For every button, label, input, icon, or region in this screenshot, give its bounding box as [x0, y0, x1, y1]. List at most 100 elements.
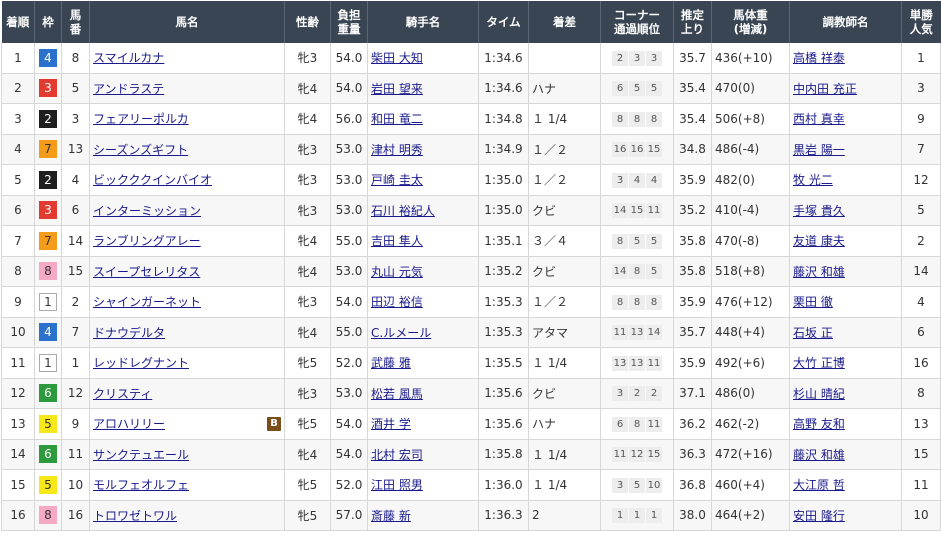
- last3f-cell: 36.3: [673, 439, 712, 470]
- horse-name-link[interactable]: インターミッション: [93, 204, 201, 218]
- horse-name-link[interactable]: アロハリリー: [93, 417, 165, 431]
- jockey-link[interactable]: 丸山 元気: [371, 265, 423, 279]
- horse-name-link[interactable]: シーズンズギフト: [93, 143, 188, 157]
- horse-number-cell: 8: [61, 43, 90, 74]
- jockey-link[interactable]: 柴田 大知: [371, 51, 423, 65]
- jockey-cell: 和田 竜二: [367, 103, 479, 135]
- place-cell: 12: [1, 378, 35, 409]
- trainer-link[interactable]: 高野 友和: [793, 417, 845, 431]
- jockey-cell: 武藤 雅: [367, 347, 479, 379]
- weight-cell: 55.0: [330, 225, 368, 257]
- horse-number-cell: 15: [61, 256, 90, 287]
- waku-cell: 8: [34, 500, 62, 531]
- sex-age-cell: 牝5: [284, 347, 331, 379]
- place-cell: 5: [1, 164, 35, 196]
- jockey-link[interactable]: 吉田 隼人: [371, 234, 423, 248]
- table-row: 12 6 12 クリスティ 牝3 53.0 松若 風馬 1:35.6 クビ 32…: [1, 378, 941, 409]
- waku-badge: 7: [39, 231, 57, 250]
- trainer-link[interactable]: 藤沢 和雄: [793, 265, 845, 279]
- jockey-link[interactable]: 酒井 学: [371, 417, 411, 431]
- trainer-link[interactable]: 黒岩 陽一: [793, 143, 845, 157]
- corner-cell: 3 5 10: [600, 469, 674, 501]
- jockey-link[interactable]: 斎藤 新: [371, 509, 411, 523]
- horse-name-link[interactable]: フェアリーポルカ: [93, 112, 189, 126]
- trainer-link[interactable]: 高橋 祥泰: [793, 51, 845, 65]
- jockey-link[interactable]: 松若 風馬: [371, 387, 423, 401]
- horse-name-link[interactable]: ビックククインバイオ: [93, 173, 212, 187]
- horse-name-link[interactable]: トロワゼトワル: [93, 509, 177, 523]
- weight-cell: 53.0: [330, 134, 368, 165]
- table-row: 3 2 3 フェアリーポルカ 牝4 56.0 和田 竜二 1:34.8 １ 1/…: [1, 103, 941, 135]
- jockey-link[interactable]: 江田 照男: [371, 478, 423, 492]
- corner-position: 5: [629, 477, 645, 493]
- horse-name-cell: クリスティ: [89, 378, 285, 409]
- jockey-link[interactable]: 石川 裕紀人: [371, 204, 435, 218]
- horse-name-link[interactable]: スマイルカナ: [93, 51, 164, 65]
- popularity-cell: 6: [901, 317, 941, 348]
- horse-number-cell: 16: [61, 500, 90, 531]
- horse-name-link[interactable]: サンクテュエール: [93, 448, 189, 462]
- last3f-cell: 35.4: [673, 73, 712, 104]
- popularity-cell: 3: [901, 73, 941, 104]
- trainer-link[interactable]: 手塚 貴久: [793, 204, 845, 218]
- time-cell: 1:35.0: [478, 164, 529, 196]
- trainer-link[interactable]: 西村 真幸: [793, 112, 845, 126]
- trainer-link[interactable]: 大江原 哲: [793, 478, 845, 492]
- trainer-link[interactable]: 石坂 正: [793, 326, 833, 340]
- waku-badge: 7: [39, 140, 57, 159]
- weight-cell: 54.0: [330, 73, 368, 104]
- jockey-link[interactable]: 田辺 裕信: [371, 295, 423, 309]
- trainer-cell: 石坂 正: [789, 317, 902, 348]
- jockey-link[interactable]: C.ルメール: [371, 326, 431, 340]
- horse-name-link[interactable]: レッドレグナント: [93, 356, 189, 370]
- trainer-link[interactable]: 牧 光二: [793, 173, 833, 187]
- weight-cell: 54.0: [330, 43, 368, 74]
- place-cell: 8: [1, 256, 35, 287]
- trainer-link[interactable]: 安田 隆行: [793, 509, 845, 523]
- corner-position: 6: [612, 416, 628, 432]
- horse-number-cell: 2: [61, 286, 90, 318]
- jockey-link[interactable]: 北村 宏司: [371, 448, 423, 462]
- popularity-cell: 1: [901, 43, 941, 74]
- horse-name-link[interactable]: クリスティ: [93, 387, 152, 401]
- body-weight-value: 506: [715, 111, 738, 126]
- table-row: 15 5 10 モルフェオルフェ 牝5 52.0 江田 照男 1:36.0 １ …: [1, 469, 941, 501]
- body-weight-value: 482: [715, 172, 738, 187]
- trainer-link[interactable]: 中内田 充正: [793, 82, 857, 96]
- jockey-link[interactable]: 武藤 雅: [371, 356, 411, 370]
- horse-name-link[interactable]: シャインガーネット: [93, 295, 201, 309]
- margin-cell: アタマ: [528, 317, 601, 348]
- waku-cell: 1: [34, 286, 62, 318]
- corner-position: 5: [646, 233, 662, 249]
- header-waku: 枠: [34, 1, 62, 43]
- jockey-cell: 北村 宏司: [367, 439, 479, 470]
- time-cell: 1:35.3: [478, 317, 529, 348]
- corner-positions: 888: [612, 111, 662, 127]
- corner-position: 8: [646, 294, 662, 310]
- place-cell: 16: [1, 500, 35, 531]
- horse-name-link[interactable]: ランブリングアレー: [93, 234, 201, 248]
- table-row: 6 3 6 インターミッション 牝3 53.0 石川 裕紀人 1:35.0 クビ…: [1, 195, 941, 226]
- body-weight-value: 462: [715, 416, 738, 431]
- horse-name-link[interactable]: スイープセレリタス: [93, 265, 200, 279]
- body-weight-value: 476: [715, 294, 738, 309]
- sex-age-cell: 牝3: [284, 134, 331, 165]
- jockey-link[interactable]: 津村 明秀: [371, 143, 423, 157]
- trainer-link[interactable]: 大竹 正博: [793, 356, 845, 370]
- horse-name-link[interactable]: ドナウデルタ: [93, 326, 165, 340]
- horse-number-cell: 10: [61, 469, 90, 501]
- trainer-link[interactable]: 藤沢 和雄: [793, 448, 845, 462]
- horse-name-link[interactable]: アンドラステ: [93, 82, 164, 96]
- corner-cell: 11 13 14: [600, 317, 674, 348]
- corner-cell: 6 8 11: [600, 408, 674, 440]
- horse-name-link[interactable]: モルフェオルフェ: [93, 478, 189, 492]
- trainer-link[interactable]: 友道 康夫: [793, 234, 845, 248]
- jockey-link[interactable]: 岩田 望来: [371, 82, 423, 96]
- trainer-link[interactable]: 栗田 徹: [793, 295, 833, 309]
- trainer-link[interactable]: 杉山 晴紀: [793, 387, 845, 401]
- time-cell: 1:36.0: [478, 469, 529, 501]
- jockey-link[interactable]: 戸崎 圭太: [371, 173, 423, 187]
- jockey-link[interactable]: 和田 竜二: [371, 112, 423, 126]
- table-row: 1 4 8 スマイルカナ 牝3 54.0 柴田 大知 1:34.6 233 35…: [1, 43, 941, 74]
- corner-position: 6: [612, 81, 628, 97]
